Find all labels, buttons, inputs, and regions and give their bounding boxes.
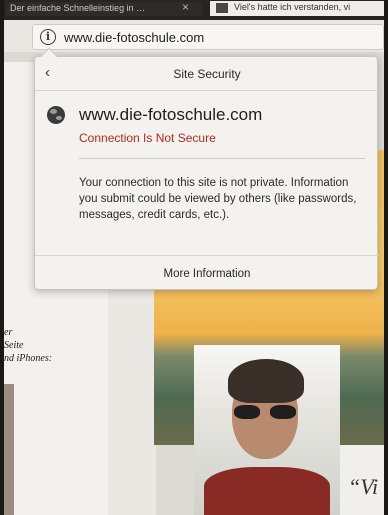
tab-strip: Der einfache Schnelleinstieg in … × Viel…	[4, 0, 384, 20]
tab-active[interactable]: Viel's hatte ich verstanden, vi	[210, 1, 384, 16]
portrait-image	[194, 345, 340, 515]
page-text-line: er	[4, 327, 13, 338]
tab-inactive[interactable]: Der einfache Schnelleinstieg in …	[6, 2, 202, 16]
site-host: www.die-fotoschule.com	[79, 105, 263, 124]
popup-title: Site Security	[173, 67, 241, 81]
portrait-hair	[228, 359, 304, 403]
tab-inactive-label: Der einfache Schnelleinstieg in …	[10, 3, 146, 13]
address-bar[interactable]: i www.die-fotoschule.com	[32, 24, 384, 50]
connection-status: Connection Is Not Secure	[79, 131, 216, 145]
page-text-line: nd iPhones:	[4, 353, 53, 364]
page-text-line: Seite	[4, 340, 24, 351]
divider	[79, 158, 365, 159]
quote-text: “Vi	[348, 474, 379, 499]
site-security-popup: ‹ Site Security www.die-fotoschule.com C…	[34, 47, 379, 291]
portrait-glasses	[234, 405, 298, 421]
info-icon[interactable]: i	[40, 29, 56, 45]
popup-header: ‹ Site Security	[35, 57, 379, 91]
tab-active-label: Viel's hatte ich verstanden, vi	[234, 2, 351, 12]
page-left-text: er Seite nd iPhones:	[4, 326, 52, 365]
more-information-button[interactable]: More Information	[35, 255, 379, 291]
url-text[interactable]: www.die-fotoschule.com	[64, 30, 204, 45]
portrait-shirt	[204, 467, 330, 515]
favicon-icon	[216, 3, 228, 13]
browser-window: Der einfache Schnelleinstieg in … × Viel…	[4, 0, 384, 515]
globe-icon	[47, 106, 65, 124]
security-description: Your connection to this site is not priv…	[79, 177, 357, 221]
page-edge-strip	[4, 384, 14, 515]
close-tab-icon[interactable]: ×	[182, 0, 189, 14]
frame-right	[384, 0, 388, 515]
